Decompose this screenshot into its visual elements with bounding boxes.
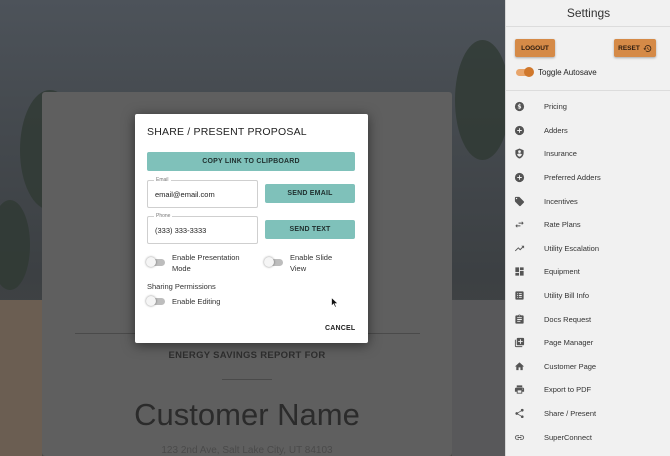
slide-view-toggle[interactable]: [264, 257, 283, 267]
presentation-mode-toggle[interactable]: [146, 257, 165, 267]
menu-item-label: Equipment: [544, 267, 580, 277]
toggle-knob: [264, 257, 274, 267]
menu-item-utility-bill-info[interactable]: Utility Bill Info: [506, 284, 670, 308]
menu-item-pricing[interactable]: $ Pricing: [506, 95, 670, 119]
print-icon: [514, 384, 525, 395]
share-icon: [514, 408, 525, 419]
settings-panel: Settings LOGOUT RESET Toggle Autosave $ P…: [505, 0, 670, 456]
tag-icon: [514, 196, 525, 207]
presentation-mode-label-line1: Enable Presentation: [172, 253, 240, 262]
library-add-icon: [514, 337, 525, 348]
tree-shape: [455, 40, 505, 160]
svg-text:$: $: [517, 104, 521, 111]
send-email-button[interactable]: SEND EMAIL: [265, 184, 355, 203]
slide-view-label-line1: Enable Slide: [290, 253, 333, 262]
menu-item-label: Incentives: [544, 196, 578, 206]
menu-item-label: Share / Present: [544, 409, 597, 419]
cancel-button[interactable]: CANCEL: [325, 325, 355, 332]
send-text-button[interactable]: SEND TEXT: [265, 220, 355, 239]
menu-item-utility-escalation[interactable]: Utility Escalation: [506, 237, 670, 261]
phone-field[interactable]: Phone: [147, 213, 258, 244]
phone-field-label: Phone: [154, 213, 173, 219]
divider: [222, 379, 272, 380]
menu-item-equipment[interactable]: Equipment: [506, 260, 670, 284]
toggle-knob: [146, 296, 156, 306]
list-icon: [514, 290, 525, 301]
tree-shape: [0, 200, 30, 290]
email-field-label: Email: [154, 177, 171, 183]
menu-item-incentives[interactable]: Incentives: [506, 189, 670, 213]
toggle-knob: [524, 67, 534, 77]
menu-item-label: Rate Plans: [544, 220, 581, 230]
clipboard-icon: [514, 314, 525, 325]
swap-arrows-icon: [514, 219, 525, 230]
customer-name: Customer Name: [134, 397, 360, 432]
presentation-mode-label-line2: Mode: [172, 264, 191, 273]
menu-item-page-manager[interactable]: Page Manager: [506, 331, 670, 355]
autosave-toggle[interactable]: [516, 67, 534, 77]
editing-toggle[interactable]: [146, 296, 165, 306]
logout-button[interactable]: LOGOUT: [515, 39, 555, 57]
slide-view-label-line2: View: [290, 264, 307, 273]
slide-view-label: Enable Slide View: [290, 252, 332, 274]
trending-up-icon: [514, 243, 525, 254]
dollar-icon: $: [514, 101, 525, 112]
menu-item-customer-page[interactable]: Customer Page: [506, 355, 670, 379]
email-field[interactable]: Email: [147, 177, 258, 208]
menu-item-preferred-adders[interactable]: Preferred Adders: [506, 166, 670, 190]
menu-item-label: Insurance: [544, 149, 577, 159]
modal-title: SHARE / PRESENT PROPOSAL: [147, 126, 307, 138]
editing-label: Enable Editing: [172, 297, 221, 306]
menu-item-label: Customer Page: [544, 361, 597, 371]
house-left: [0, 300, 42, 456]
menu-item-label: Docs Request: [544, 314, 592, 324]
menu-item-label: Utility Escalation: [544, 243, 600, 253]
mouse-cursor-icon: [331, 297, 339, 308]
link-icon: [514, 432, 525, 443]
customer-address: 123 2nd Ave, Salt Lake City, UT 84103: [161, 445, 333, 456]
toggle-knob: [146, 257, 156, 267]
menu-item-superconnect[interactable]: SuperConnect: [506, 425, 670, 449]
house-right: [452, 300, 505, 456]
menu-item-label: Page Manager: [544, 338, 594, 348]
shield-icon: [514, 148, 525, 160]
divider: [506, 90, 670, 91]
report-heading: ENERGY SAVINGS REPORT FOR: [168, 350, 326, 361]
menu-item-label: Adders: [544, 125, 568, 135]
plus-circle-icon: [514, 125, 525, 136]
phone-input[interactable]: [155, 226, 253, 235]
dashboard-icon: [514, 266, 525, 277]
share-present-modal: SHARE / PRESENT PROPOSAL COPY LINK TO CL…: [135, 114, 368, 343]
menu-item-label: Export to PDF: [544, 385, 592, 395]
menu-item-share-present[interactable]: Share / Present: [506, 402, 670, 426]
copy-link-button[interactable]: COPY LINK TO CLIPBOARD: [147, 152, 355, 171]
menu-item-adders[interactable]: Adders: [506, 119, 670, 143]
menu-item-label: Pricing: [544, 102, 567, 112]
sharing-permissions-heading: Sharing Permissions: [147, 282, 216, 291]
divider: [506, 26, 670, 27]
reset-button[interactable]: RESET: [614, 39, 656, 57]
reset-label: RESET: [618, 44, 640, 52]
menu-item-export-to-pdf[interactable]: Export to PDF: [506, 378, 670, 402]
autosave-label: Toggle Autosave: [538, 68, 597, 77]
home-icon: [514, 361, 525, 372]
menu-item-label: Utility Bill Info: [544, 291, 590, 301]
email-input[interactable]: [155, 190, 253, 199]
menu-item-rate-plans[interactable]: Rate Plans: [506, 213, 670, 237]
menu-item-docs-request[interactable]: Docs Request: [506, 307, 670, 331]
menu-item-label: SuperConnect: [544, 432, 592, 442]
history-icon: [643, 44, 652, 52]
settings-title: Settings: [566, 6, 611, 20]
presentation-mode-label: Enable Presentation Mode: [172, 252, 240, 274]
plus-circle-icon: [514, 172, 525, 183]
menu-item-insurance[interactable]: Insurance: [506, 142, 670, 166]
menu-item-label: Preferred Adders: [544, 173, 601, 183]
